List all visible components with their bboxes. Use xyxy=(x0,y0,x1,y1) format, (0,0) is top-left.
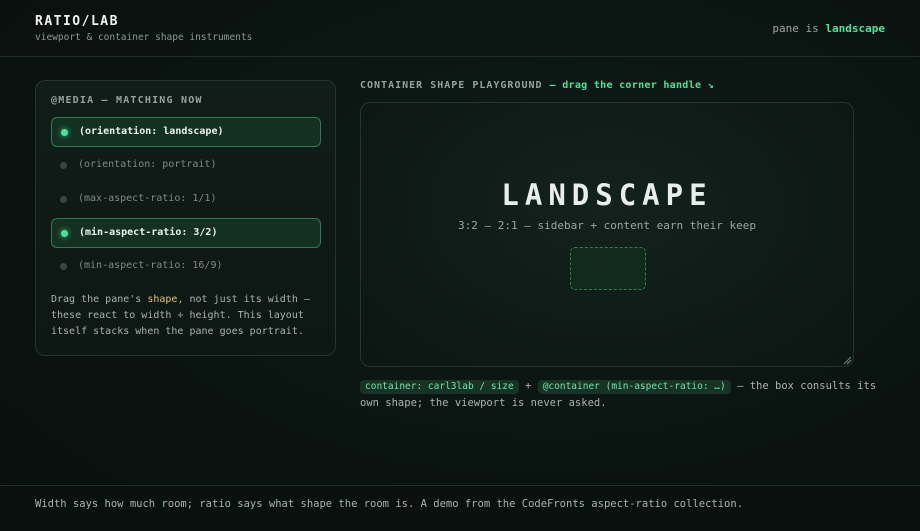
note-highlight: shape xyxy=(147,294,178,305)
media-query-label: (orientation: landscape) xyxy=(79,126,224,137)
shape-name: LANDSCAPE xyxy=(501,178,713,212)
note-text: Drag the pane's xyxy=(51,294,148,305)
container-explanation: container: carl3lab / size + @container … xyxy=(360,378,890,412)
media-query-row: (orientation: landscape) xyxy=(51,117,321,147)
container-playground[interactable]: LANDSCAPE 3:2 – 2:1 — sidebar + content … xyxy=(360,102,854,367)
container-query-chip: @container (min-aspect-ratio: …) xyxy=(537,380,731,394)
media-query-row: (min-aspect-ratio: 16/9) xyxy=(51,252,321,282)
playground-heading: CONTAINER SHAPE PLAYGROUND — drag the co… xyxy=(360,80,714,91)
media-query-row: (max-aspect-ratio: 1/1) xyxy=(51,185,321,215)
app-subtitle: viewport & container shape instruments xyxy=(35,32,253,43)
media-query-row: (orientation: portrait) xyxy=(51,151,321,181)
top-bar: RATIO/LAB viewport & container shape ins… xyxy=(0,0,920,57)
media-query-label: (max-aspect-ratio: 1/1) xyxy=(78,193,217,204)
app-title: RATIO/LAB xyxy=(35,14,119,29)
media-query-label: (orientation: portrait) xyxy=(78,159,217,170)
footer: Width says how much room; ratio says wha… xyxy=(0,485,920,531)
playground-label: CONTAINER SHAPE PLAYGROUND xyxy=(360,80,543,91)
status-dot-icon xyxy=(60,263,67,270)
status-dot-icon xyxy=(60,196,67,203)
media-panel-note: Drag the pane's shape, not just its widt… xyxy=(51,292,323,340)
pane-status-prefix: pane is xyxy=(772,22,819,35)
footer-text: Width says how much room; ratio says wha… xyxy=(35,498,744,510)
plus-sign: + xyxy=(525,380,532,392)
resize-handle-icon[interactable] xyxy=(842,355,852,365)
media-query-label: (min-aspect-ratio: 3/2) xyxy=(79,227,218,238)
media-query-row: (min-aspect-ratio: 3/2) xyxy=(51,218,321,248)
container-chip: container: carl3lab / size xyxy=(360,380,519,394)
media-query-panel: @MEDIA — MATCHING NOW (orientation: land… xyxy=(35,80,336,356)
pane-status: pane is landscape xyxy=(772,22,885,35)
pane-status-value: landscape xyxy=(825,22,885,35)
media-query-label: (min-aspect-ratio: 16/9) xyxy=(78,260,223,271)
status-dot-icon xyxy=(61,129,68,136)
shape-description: 3:2 – 2:1 — sidebar + content earn their… xyxy=(457,219,756,232)
shape-preview-box xyxy=(570,247,646,290)
playground-hint: — drag the corner handle ↘ xyxy=(549,80,714,91)
status-dot-icon xyxy=(61,230,68,237)
media-panel-title: @MEDIA — MATCHING NOW xyxy=(51,95,203,106)
status-dot-icon xyxy=(60,162,67,169)
